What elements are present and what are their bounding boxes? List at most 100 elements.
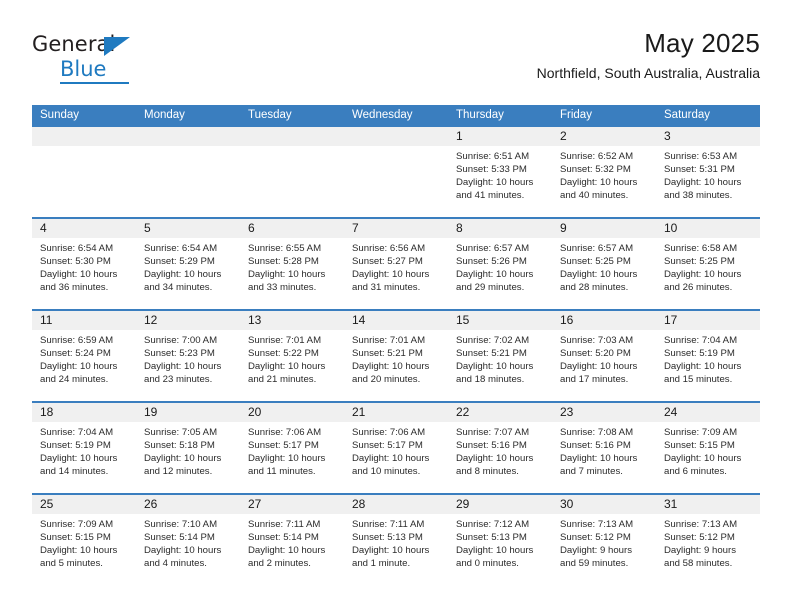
week-detail-band: Sunrise: 7:04 AM Sunset: 5:19 PM Dayligh…	[32, 422, 760, 493]
daylight-line: Daylight: 10 hours and 6 minutes.	[664, 453, 742, 478]
day-number[interactable]: 20	[240, 403, 344, 422]
day-number[interactable]: 29	[448, 495, 552, 514]
daylight-line: Daylight: 10 hours and 20 minutes.	[352, 361, 430, 386]
week-detail-band: Sunrise: 6:59 AM Sunset: 5:24 PM Dayligh…	[32, 330, 760, 401]
day-number[interactable]: 10	[656, 219, 760, 238]
day-number[interactable]	[344, 127, 448, 146]
day-cell[interactable]	[136, 146, 240, 217]
week-row: 11 12 13 14 15 16 17 Sunrise: 6:59 AM Su…	[32, 309, 760, 401]
day-number[interactable]: 17	[656, 311, 760, 330]
day-number[interactable]: 14	[344, 311, 448, 330]
day-cell[interactable]: Sunrise: 6:53 AM Sunset: 5:31 PM Dayligh…	[656, 146, 760, 217]
day-cell[interactable]: Sunrise: 6:54 AM Sunset: 5:30 PM Dayligh…	[32, 238, 136, 309]
daylight-line: Daylight: 10 hours and 40 minutes.	[560, 177, 638, 202]
day-number[interactable]: 1	[448, 127, 552, 146]
day-number[interactable]	[32, 127, 136, 146]
day-number[interactable]	[240, 127, 344, 146]
daylight-line: Daylight: 10 hours and 2 minutes.	[248, 545, 326, 570]
day-cell[interactable]: Sunrise: 7:09 AM Sunset: 5:15 PM Dayligh…	[656, 422, 760, 493]
week-number-band: 25 26 27 28 29 30 31	[32, 495, 760, 514]
day-cell[interactable]: Sunrise: 6:59 AM Sunset: 5:24 PM Dayligh…	[32, 330, 136, 401]
day-cell[interactable]: Sunrise: 7:07 AM Sunset: 5:16 PM Dayligh…	[448, 422, 552, 493]
sunrise-line: Sunrise: 7:13 AM	[560, 519, 634, 530]
day-number[interactable]: 18	[32, 403, 136, 422]
sunrise-line: Sunrise: 6:51 AM	[456, 151, 530, 162]
day-number[interactable]: 27	[240, 495, 344, 514]
week-number-band: 1 2 3	[32, 127, 760, 146]
day-cell[interactable]: Sunrise: 7:03 AM Sunset: 5:20 PM Dayligh…	[552, 330, 656, 401]
day-cell[interactable]: Sunrise: 6:57 AM Sunset: 5:25 PM Dayligh…	[552, 238, 656, 309]
day-cell[interactable]: Sunrise: 6:55 AM Sunset: 5:28 PM Dayligh…	[240, 238, 344, 309]
day-number[interactable]: 25	[32, 495, 136, 514]
daylight-line: Daylight: 9 hours and 59 minutes.	[560, 545, 632, 570]
logo-word-general: General	[32, 32, 116, 56]
day-number[interactable]: 7	[344, 219, 448, 238]
day-cell[interactable]	[32, 146, 136, 217]
day-number[interactable]: 15	[448, 311, 552, 330]
day-cell[interactable]: Sunrise: 7:11 AM Sunset: 5:14 PM Dayligh…	[240, 514, 344, 585]
day-cell[interactable]: Sunrise: 7:13 AM Sunset: 5:12 PM Dayligh…	[552, 514, 656, 585]
day-cell[interactable]: Sunrise: 7:10 AM Sunset: 5:14 PM Dayligh…	[136, 514, 240, 585]
day-cell[interactable]	[240, 146, 344, 217]
day-cell[interactable]: Sunrise: 7:06 AM Sunset: 5:17 PM Dayligh…	[240, 422, 344, 493]
brand-logo[interactable]: General Blue	[32, 34, 212, 90]
day-cell[interactable]: Sunrise: 7:13 AM Sunset: 5:12 PM Dayligh…	[656, 514, 760, 585]
day-cell[interactable]	[344, 146, 448, 217]
sunset-line: Sunset: 5:17 PM	[248, 440, 319, 452]
day-number[interactable]: 3	[656, 127, 760, 146]
day-cell[interactable]: Sunrise: 7:08 AM Sunset: 5:16 PM Dayligh…	[552, 422, 656, 493]
day-number[interactable]	[136, 127, 240, 146]
day-number[interactable]: 12	[136, 311, 240, 330]
day-cell[interactable]: Sunrise: 7:04 AM Sunset: 5:19 PM Dayligh…	[656, 330, 760, 401]
day-cell[interactable]: Sunrise: 6:51 AM Sunset: 5:33 PM Dayligh…	[448, 146, 552, 217]
day-number[interactable]: 9	[552, 219, 656, 238]
daylight-line: Daylight: 10 hours and 26 minutes.	[664, 269, 742, 294]
logo-top-row: General	[32, 34, 212, 58]
day-number[interactable]: 31	[656, 495, 760, 514]
day-cell[interactable]: Sunrise: 7:06 AM Sunset: 5:17 PM Dayligh…	[344, 422, 448, 493]
day-number[interactable]: 11	[32, 311, 136, 330]
day-cell[interactable]: Sunrise: 7:02 AM Sunset: 5:21 PM Dayligh…	[448, 330, 552, 401]
day-number[interactable]: 4	[32, 219, 136, 238]
day-cell[interactable]: Sunrise: 6:52 AM Sunset: 5:32 PM Dayligh…	[552, 146, 656, 217]
daylight-line: Daylight: 10 hours and 17 minutes.	[560, 361, 638, 386]
day-cell[interactable]: Sunrise: 6:56 AM Sunset: 5:27 PM Dayligh…	[344, 238, 448, 309]
sunset-line: Sunset: 5:31 PM	[664, 164, 735, 176]
day-cell[interactable]: Sunrise: 7:00 AM Sunset: 5:23 PM Dayligh…	[136, 330, 240, 401]
sunset-line: Sunset: 5:25 PM	[560, 256, 631, 268]
day-cell[interactable]: Sunrise: 7:01 AM Sunset: 5:22 PM Dayligh…	[240, 330, 344, 401]
day-cell[interactable]: Sunrise: 6:54 AM Sunset: 5:29 PM Dayligh…	[136, 238, 240, 309]
day-cell[interactable]: Sunrise: 6:57 AM Sunset: 5:26 PM Dayligh…	[448, 238, 552, 309]
day-cell[interactable]: Sunrise: 7:12 AM Sunset: 5:13 PM Dayligh…	[448, 514, 552, 585]
day-number[interactable]: 5	[136, 219, 240, 238]
day-number[interactable]: 22	[448, 403, 552, 422]
day-number[interactable]: 26	[136, 495, 240, 514]
daylight-line: Daylight: 10 hours and 12 minutes.	[144, 453, 222, 478]
week-row: 4 5 6 7 8 9 10 Sunrise: 6:54 AM Sunset: …	[32, 217, 760, 309]
logo-word-blue: Blue	[60, 57, 107, 81]
day-cell[interactable]: Sunrise: 7:09 AM Sunset: 5:15 PM Dayligh…	[32, 514, 136, 585]
week-number-band: 18 19 20 21 22 23 24	[32, 403, 760, 422]
day-number[interactable]: 16	[552, 311, 656, 330]
day-cell[interactable]: Sunrise: 7:05 AM Sunset: 5:18 PM Dayligh…	[136, 422, 240, 493]
day-number[interactable]: 2	[552, 127, 656, 146]
day-number[interactable]: 23	[552, 403, 656, 422]
day-number[interactable]: 21	[344, 403, 448, 422]
sunrise-line: Sunrise: 7:08 AM	[560, 427, 634, 438]
sunrise-line: Sunrise: 7:11 AM	[352, 519, 425, 530]
daylight-line: Daylight: 10 hours and 31 minutes.	[352, 269, 430, 294]
weekday-tuesday: Tuesday	[248, 109, 292, 121]
day-cell[interactable]: Sunrise: 7:11 AM Sunset: 5:13 PM Dayligh…	[344, 514, 448, 585]
day-cell[interactable]: Sunrise: 7:01 AM Sunset: 5:21 PM Dayligh…	[344, 330, 448, 401]
day-number[interactable]: 8	[448, 219, 552, 238]
daylight-line: Daylight: 10 hours and 23 minutes.	[144, 361, 222, 386]
day-number[interactable]: 30	[552, 495, 656, 514]
day-cell[interactable]: Sunrise: 7:04 AM Sunset: 5:19 PM Dayligh…	[32, 422, 136, 493]
day-number[interactable]: 28	[344, 495, 448, 514]
day-number[interactable]: 6	[240, 219, 344, 238]
day-cell[interactable]: Sunrise: 6:58 AM Sunset: 5:25 PM Dayligh…	[656, 238, 760, 309]
weekday-wednesday: Wednesday	[352, 109, 413, 121]
day-number[interactable]: 13	[240, 311, 344, 330]
day-number[interactable]: 24	[656, 403, 760, 422]
day-number[interactable]: 19	[136, 403, 240, 422]
